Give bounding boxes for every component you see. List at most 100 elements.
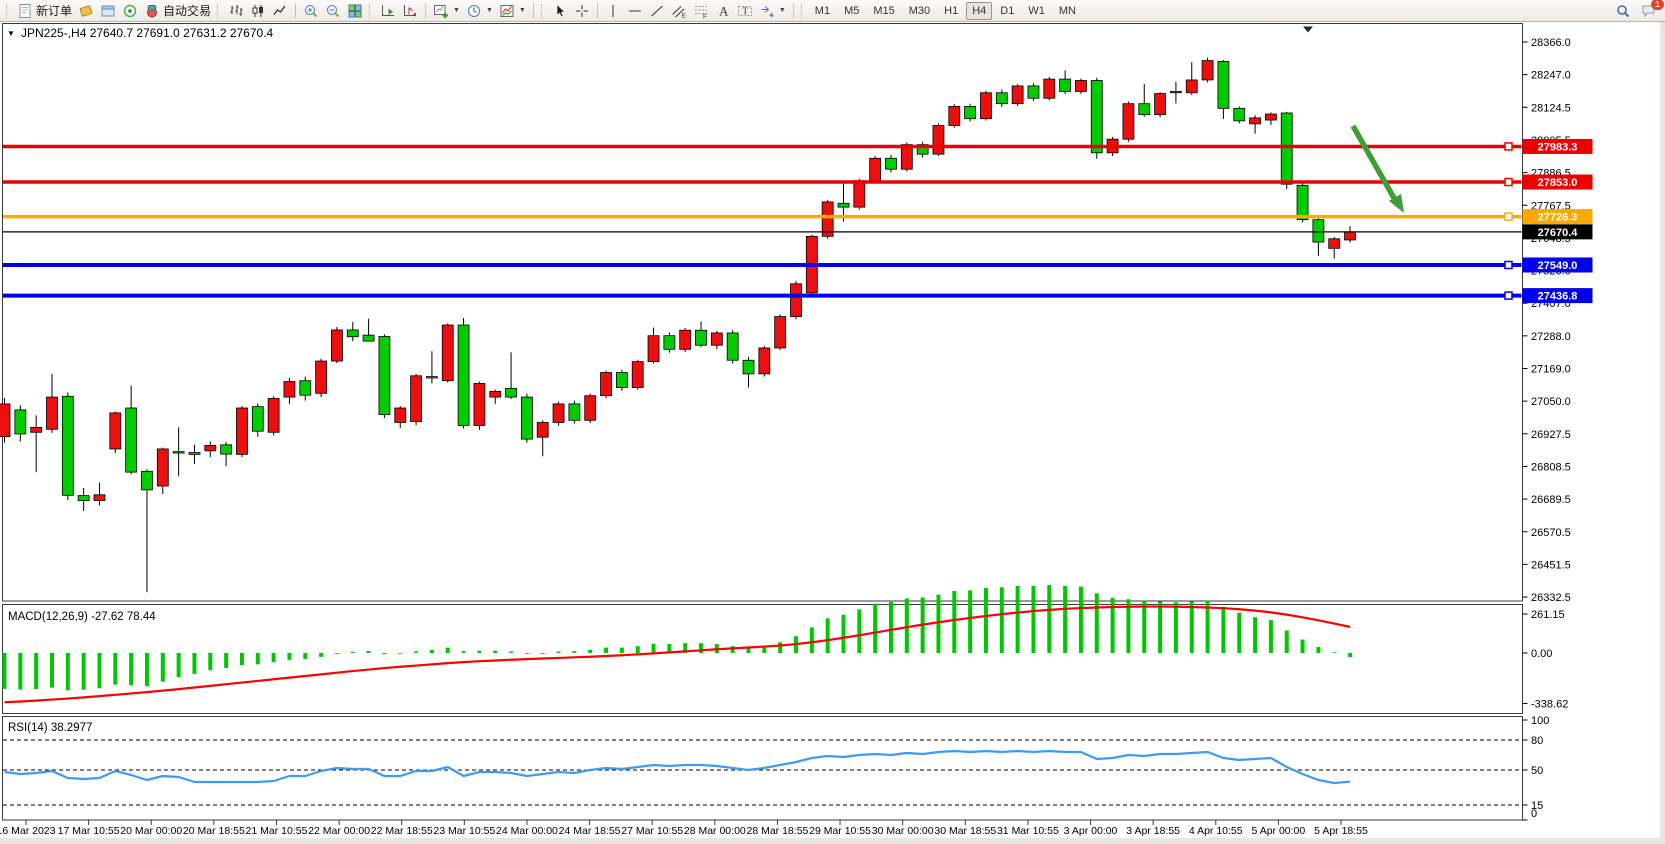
date-label: 24 Mar 00:00 <box>496 825 558 837</box>
macd-axis-label: 261.15 <box>1531 609 1565 621</box>
macd-histogram-bar <box>572 651 576 653</box>
timeframe-button-M30[interactable]: M30 <box>903 2 936 20</box>
timeframe-button-W1[interactable]: W1 <box>1022 2 1051 20</box>
date-label: 24 Mar 18:55 <box>559 825 621 837</box>
bar-chart-button[interactable] <box>225 1 247 21</box>
trendline-tool-button[interactable] <box>646 1 668 21</box>
macd-histogram-bar <box>652 644 656 653</box>
candlestick-down <box>838 203 849 207</box>
timeframe-button-D1[interactable]: D1 <box>994 2 1020 20</box>
search-button[interactable] <box>1612 1 1634 21</box>
candlestick-down <box>426 377 437 378</box>
candlestick-up <box>648 336 659 362</box>
timeframe-button-M5[interactable]: M5 <box>838 2 865 20</box>
date-label: 22 Mar 18:55 <box>371 825 433 837</box>
candlestick-up <box>490 391 501 397</box>
data-window-button[interactable] <box>97 1 119 21</box>
line-handle[interactable] <box>1505 261 1512 268</box>
tile-windows-button[interactable] <box>344 1 366 21</box>
candlestick-up <box>331 330 342 361</box>
auto-trading-button[interactable]: 自动交易 <box>141 1 214 21</box>
line-chart-button[interactable] <box>269 1 291 21</box>
macd-signal-line <box>5 607 1351 703</box>
text-icon: A <box>715 3 731 19</box>
price-label: 27853.0 <box>1538 177 1578 189</box>
line-handle[interactable] <box>1505 213 1512 220</box>
auto-scroll-button[interactable] <box>377 1 399 21</box>
chevron-down-icon: ▼ <box>486 7 493 14</box>
candlestick-down <box>1313 220 1324 242</box>
candlestick-chart-button[interactable] <box>247 1 269 21</box>
chart-title: JPN225-,H4 27640.7 27691.0 27631.2 27670… <box>21 26 274 40</box>
chart-canvas[interactable]: 28366.028247.028124.528005.527886.527767… <box>0 0 1665 844</box>
candlestick-down <box>1060 79 1071 91</box>
rsi-line <box>5 751 1351 783</box>
price-tick-label: 26451.5 <box>1531 559 1571 571</box>
timeframe-button-M15[interactable]: M15 <box>867 2 900 20</box>
notifications-button[interactable]: 1 <box>1638 1 1660 21</box>
timeframe-button-H1[interactable]: H1 <box>938 2 964 20</box>
candlestick-down <box>569 404 580 420</box>
macd-histogram-bar <box>272 653 276 662</box>
candlestick-down <box>727 333 738 360</box>
timeframe-button-H4[interactable]: H4 <box>966 2 992 20</box>
chart-shift-marker[interactable] <box>1303 27 1313 33</box>
text-tool-button[interactable]: A <box>712 1 734 21</box>
templates-button[interactable]: ▼ <box>496 1 529 21</box>
candlestick-up <box>1329 239 1340 249</box>
toolbar-grip <box>369 4 374 18</box>
arrows-tool-button[interactable]: ▼ <box>756 1 789 21</box>
timeframe-button-MN[interactable]: MN <box>1053 2 1082 20</box>
candlestick-up <box>553 404 564 423</box>
new-order-button[interactable]: 新订单 <box>14 1 75 21</box>
candlestick-up <box>110 413 121 449</box>
symbol-dropdown-icon[interactable]: ▼ <box>7 29 15 38</box>
candlestick-up <box>601 373 612 396</box>
market-watch-button[interactable] <box>75 1 97 21</box>
price-tick-label: 26689.5 <box>1531 494 1571 506</box>
macd-histogram-bar <box>1079 587 1083 653</box>
text-label-icon: T <box>737 3 753 19</box>
candlestick-down <box>885 158 896 169</box>
date-label: 28 Mar 18:55 <box>747 825 809 837</box>
macd-histogram-bar <box>509 652 513 653</box>
candlestick-up <box>1186 80 1197 93</box>
toolbar-separator <box>597 3 598 18</box>
toolbar-grip <box>541 4 546 18</box>
chart-shift-icon <box>402 3 418 19</box>
cursor-tool-button[interactable] <box>549 1 571 21</box>
price-tick-label: 26808.5 <box>1531 461 1571 473</box>
line-handle[interactable] <box>1505 143 1512 150</box>
vertical-line-tool-button[interactable] <box>602 1 624 21</box>
periods-button[interactable]: ▼ <box>463 1 496 21</box>
fibonacci-tool-button[interactable]: F <box>690 1 712 21</box>
channel-tool-button[interactable]: E <box>668 1 690 21</box>
line-handle[interactable] <box>1505 179 1512 186</box>
rsi-indicator-label: RSI(14) 38.2977 <box>8 722 92 734</box>
macd-histogram-bar <box>446 648 450 653</box>
candlestick-up <box>46 397 57 429</box>
chart-shift-button[interactable] <box>399 1 421 21</box>
candlestick-down <box>1281 113 1292 184</box>
signals-button[interactable] <box>119 1 141 21</box>
zoom-out-button[interactable] <box>322 1 344 21</box>
auto-trading-label: 自动交易 <box>163 2 211 19</box>
toolbar-grip <box>217 4 222 18</box>
macd-histogram-bar <box>1190 601 1194 653</box>
trend-arrow-annotation[interactable] <box>1353 126 1398 205</box>
date-label: 3 Apr 18:55 <box>1126 825 1180 837</box>
horizontal-line-tool-button[interactable] <box>624 1 646 21</box>
new-chart-button[interactable]: ▼ <box>430 1 463 21</box>
line-handle[interactable] <box>1505 292 1512 299</box>
timeframe-button-M1[interactable]: M1 <box>809 2 836 20</box>
candlestick-up <box>1044 79 1055 98</box>
macd-histogram-bar <box>1316 647 1320 653</box>
macd-histogram-bar <box>1332 652 1336 653</box>
candlestick-down <box>379 336 390 414</box>
macd-histogram-bar <box>826 618 830 653</box>
crosshair-tool-button[interactable] <box>571 1 593 21</box>
zoom-in-button[interactable] <box>300 1 322 21</box>
candlestick-down <box>521 397 532 439</box>
candlestick-up <box>236 408 247 454</box>
label-tool-button[interactable]: T <box>734 1 756 21</box>
